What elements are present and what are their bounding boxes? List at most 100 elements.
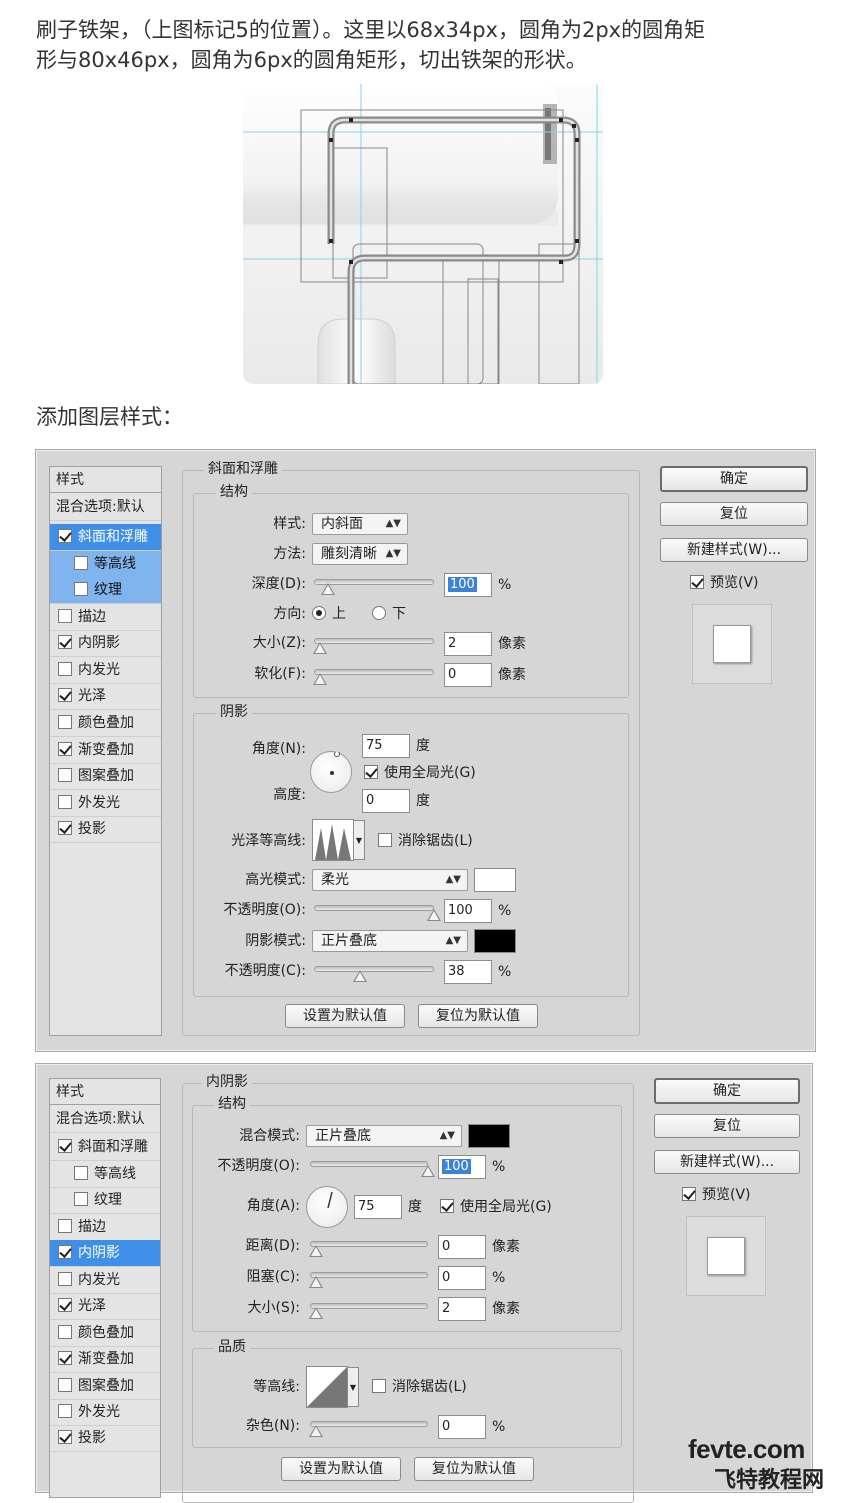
technique-select[interactable]: 雕刻清晰 ▲▼ (312, 543, 408, 565)
style-item-drop-shadow[interactable]: 投影 (50, 1425, 160, 1452)
style-item-contour[interactable]: 等高线 (50, 1161, 160, 1188)
new-style-button[interactable]: 新建样式(W)... (654, 1150, 800, 1174)
style-item-outer-glow[interactable]: 外发光 (50, 1399, 160, 1426)
checkbox-icon[interactable] (58, 662, 72, 676)
checkbox-icon[interactable] (58, 1298, 72, 1312)
checkbox-icon[interactable] (74, 1166, 88, 1180)
soften-slider[interactable] (313, 669, 434, 685)
checkbox-icon[interactable] (74, 556, 88, 570)
angle-dial[interactable] (310, 751, 352, 793)
checkbox-icon[interactable] (58, 1404, 72, 1418)
checkbox-icon[interactable] (58, 688, 72, 702)
style-item-texture[interactable]: 纹理 (50, 1187, 160, 1214)
checkbox-icon[interactable] (58, 1245, 72, 1259)
opacity-input[interactable]: 100 (438, 1155, 486, 1179)
size-input[interactable]: 2 (438, 1297, 486, 1321)
shadow-opacity-slider[interactable] (314, 966, 434, 982)
dropdown-arrow-icon[interactable]: ▼ (353, 820, 365, 860)
checkbox-icon[interactable] (364, 765, 378, 779)
style-select[interactable]: 内斜面 ▲▼ (312, 513, 408, 535)
style-item-gradient-overlay[interactable]: 渐变叠加 (50, 1346, 160, 1373)
style-item-satin[interactable]: 光泽 (50, 683, 161, 710)
slider-thumb-icon[interactable] (321, 583, 335, 595)
slider-thumb-icon[interactable] (309, 1425, 323, 1437)
shadow-opacity-input[interactable]: 38 (444, 960, 492, 984)
checkbox-icon[interactable] (58, 1325, 72, 1339)
soften-input[interactable]: 0 (444, 663, 492, 687)
shadow-color-swatch[interactable] (468, 1124, 510, 1148)
style-item-stroke[interactable]: 描边 (50, 604, 161, 631)
blend-mode-select[interactable]: 正片叠底 ▲▼ (306, 1125, 462, 1147)
blend-options-item[interactable]: 混合选项:默认 (50, 494, 161, 521)
style-item-color-overlay[interactable]: 颜色叠加 (50, 710, 161, 737)
checkbox-icon[interactable] (58, 715, 72, 729)
slider-thumb-icon[interactable] (421, 1165, 435, 1177)
noise-slider[interactable] (309, 1421, 428, 1437)
new-style-button[interactable]: 新建样式(W)... (660, 538, 808, 562)
checkbox-icon[interactable] (58, 1272, 72, 1286)
slider-thumb-icon[interactable] (353, 970, 367, 982)
make-default-button[interactable]: 设置为默认值 (281, 1457, 401, 1481)
checkbox-icon[interactable] (690, 575, 704, 589)
reset-default-button[interactable]: 复位为默认值 (418, 1004, 538, 1028)
checkbox-icon[interactable] (372, 1379, 386, 1393)
choke-slider[interactable] (309, 1272, 428, 1288)
style-item-bevel-emboss[interactable]: 斜面和浮雕 (50, 1134, 160, 1161)
checkbox-icon[interactable] (74, 1192, 88, 1206)
checkbox-icon[interactable] (58, 609, 72, 623)
blend-options-item[interactable]: 混合选项:默认 (50, 1106, 160, 1133)
checkbox-icon[interactable] (378, 833, 392, 847)
global-light-checkbox[interactable]: 使用全局光(G) (440, 1196, 552, 1218)
radio-icon[interactable] (312, 606, 326, 620)
opacity-slider[interactable] (310, 1161, 435, 1177)
direction-down-radio[interactable]: 下 (372, 603, 406, 625)
style-item-inner-glow[interactable]: 内发光 (50, 657, 161, 684)
style-item-inner-glow[interactable]: 内发光 (50, 1267, 160, 1294)
preview-checkbox[interactable]: 预览(V) (682, 1184, 751, 1206)
style-item-inner-shadow[interactable]: 内阴影 (50, 1240, 160, 1267)
reset-button[interactable]: 复位 (654, 1114, 800, 1138)
angle-dial[interactable] (306, 1186, 348, 1228)
global-light-checkbox[interactable]: 使用全局光(G) (364, 762, 476, 784)
checkbox-icon[interactable] (58, 1219, 72, 1233)
reset-default-button[interactable]: 复位为默认值 (414, 1457, 534, 1481)
slider-thumb-icon[interactable] (309, 1307, 323, 1319)
preview-checkbox[interactable]: 预览(V) (690, 572, 759, 594)
distance-slider[interactable] (309, 1241, 428, 1257)
depth-input[interactable]: 100 (444, 573, 492, 597)
ok-button[interactable]: 确定 (660, 466, 808, 492)
dropdown-arrow-icon[interactable]: ▼ (347, 1367, 359, 1407)
checkbox-icon[interactable] (682, 1187, 696, 1201)
checkbox-icon[interactable] (58, 742, 72, 756)
style-item-texture[interactable]: 纹理 (50, 577, 161, 604)
highlight-opacity-slider[interactable] (314, 905, 441, 921)
ok-button[interactable]: 确定 (654, 1078, 800, 1104)
style-item-satin[interactable]: 光泽 (50, 1293, 160, 1320)
slider-thumb-icon[interactable] (313, 642, 327, 654)
size-slider[interactable] (313, 638, 434, 654)
slider-thumb-icon[interactable] (427, 909, 441, 921)
checkbox-icon[interactable] (58, 768, 72, 782)
checkbox-icon[interactable] (58, 795, 72, 809)
checkbox-icon[interactable] (74, 582, 88, 596)
style-item-bevel-emboss[interactable]: 斜面和浮雕 (50, 524, 161, 551)
shadow-color-swatch[interactable] (474, 929, 516, 953)
style-item-gradient-overlay[interactable]: 渐变叠加 (50, 737, 161, 764)
size-input[interactable]: 2 (444, 632, 492, 656)
gloss-contour-picker[interactable]: ▼ (312, 819, 365, 861)
checkbox-icon[interactable] (440, 1199, 454, 1213)
make-default-button[interactable]: 设置为默认值 (285, 1004, 405, 1028)
style-item-color-overlay[interactable]: 颜色叠加 (50, 1320, 160, 1347)
angle-input[interactable]: 75 (362, 734, 410, 758)
slider-thumb-icon[interactable] (309, 1245, 323, 1257)
slider-thumb-icon[interactable] (313, 673, 327, 685)
style-item-contour[interactable]: 等高线 (50, 551, 161, 578)
style-item-drop-shadow[interactable]: 投影 (50, 816, 161, 843)
checkbox-icon[interactable] (58, 1430, 72, 1444)
style-item-pattern-overlay[interactable]: 图案叠加 (50, 763, 161, 790)
radio-icon[interactable] (372, 606, 386, 620)
shadow-mode-select[interactable]: 正片叠底 ▲▼ (312, 930, 468, 952)
noise-input[interactable]: 0 (438, 1415, 486, 1439)
highlight-mode-select[interactable]: 柔光 ▲▼ (312, 869, 468, 891)
style-item-stroke[interactable]: 描边 (50, 1214, 160, 1241)
